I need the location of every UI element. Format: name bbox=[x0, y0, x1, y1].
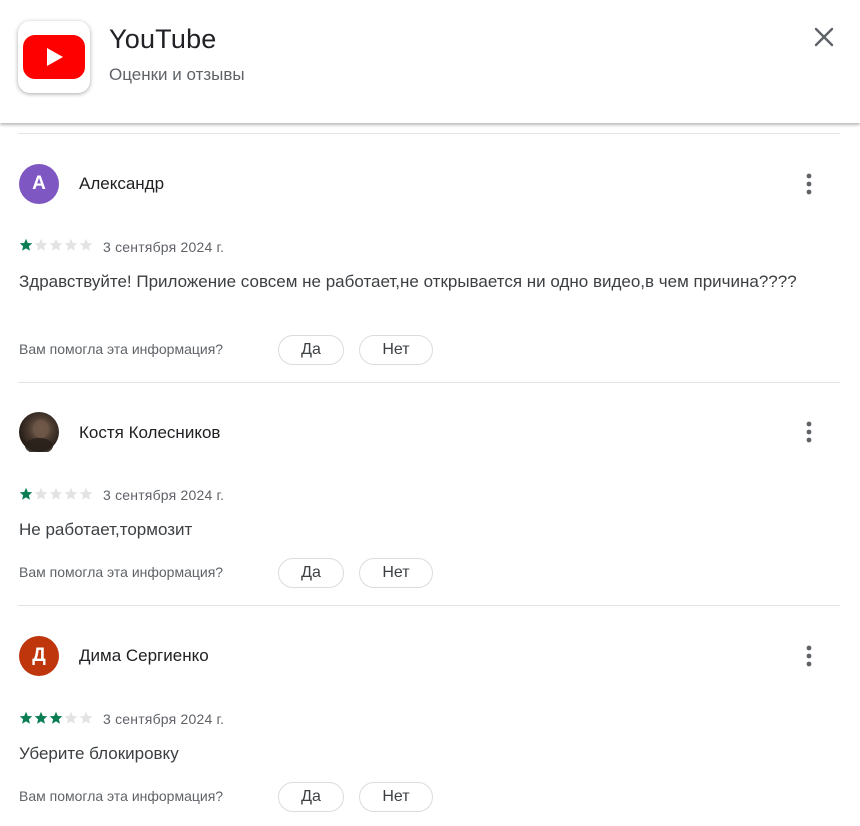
star-empty-icon bbox=[79, 487, 93, 500]
star-empty-icon bbox=[79, 238, 93, 251]
star-filled-icon bbox=[19, 487, 33, 500]
dialog-subtitle: Оценки и отзывы bbox=[109, 65, 245, 84]
avatar bbox=[19, 412, 59, 452]
avatar-letter: А bbox=[32, 173, 46, 194]
star-filled-icon bbox=[19, 711, 33, 724]
close-icon bbox=[814, 27, 834, 47]
review-date: 3 сентября 2024 г. bbox=[103, 711, 225, 727]
star-filled-icon bbox=[49, 711, 63, 724]
avatar: А bbox=[19, 164, 59, 204]
more-options-button[interactable] bbox=[793, 416, 825, 448]
star-empty-icon bbox=[49, 238, 63, 251]
avatar-photo-icon bbox=[25, 420, 53, 452]
review-divider bbox=[18, 605, 840, 606]
star-rating bbox=[19, 711, 93, 725]
helpful-yes-button[interactable]: Да bbox=[278, 335, 344, 365]
helpful-question: Вам помогла эта информация? bbox=[19, 564, 224, 580]
star-rating bbox=[19, 238, 93, 252]
star-empty-icon bbox=[64, 487, 78, 500]
helpful-question: Вам помогла эта информация? bbox=[19, 788, 224, 804]
helpful-question: Вам помогла эта информация? bbox=[19, 341, 224, 357]
header-divider bbox=[18, 133, 840, 134]
star-filled-icon bbox=[19, 238, 33, 251]
star-rating bbox=[19, 487, 93, 501]
star-empty-icon bbox=[34, 487, 48, 500]
star-empty-icon bbox=[64, 238, 78, 251]
app-title: YouTube bbox=[109, 24, 217, 54]
review-text: Не работает,тормозит bbox=[19, 520, 193, 539]
dialog-header: YouTube Оценки и отзывы bbox=[0, 0, 860, 123]
avatar-letter: Д bbox=[32, 645, 46, 666]
review-author: Дима Сергиенко bbox=[79, 646, 209, 665]
star-empty-icon bbox=[49, 487, 63, 500]
star-filled-icon bbox=[34, 711, 48, 724]
helpful-no-button[interactable]: Нет bbox=[359, 782, 433, 812]
review-author: Костя Колесников bbox=[79, 423, 221, 442]
star-empty-icon bbox=[64, 711, 78, 724]
helpful-yes-button[interactable]: Да bbox=[278, 558, 344, 588]
more-vert-icon bbox=[806, 645, 812, 667]
review-text: Уберите блокировку bbox=[19, 744, 179, 763]
star-empty-icon bbox=[79, 711, 93, 724]
helpful-no-button[interactable]: Нет bbox=[359, 335, 433, 365]
more-vert-icon bbox=[806, 421, 812, 443]
more-vert-icon bbox=[806, 173, 812, 195]
avatar: Д bbox=[19, 636, 59, 676]
youtube-play-badge bbox=[23, 35, 85, 79]
close-button[interactable] bbox=[808, 21, 840, 53]
helpful-yes-button[interactable]: Да bbox=[278, 782, 344, 812]
youtube-logo-icon bbox=[18, 21, 90, 93]
review-divider bbox=[18, 382, 840, 383]
review-date: 3 сентября 2024 г. bbox=[103, 239, 225, 255]
review-text: Здравствуйте! Приложение совсем не работ… bbox=[19, 272, 797, 291]
review-author: Александр bbox=[79, 174, 165, 193]
star-empty-icon bbox=[34, 238, 48, 251]
play-icon bbox=[47, 48, 63, 66]
more-options-button[interactable] bbox=[793, 168, 825, 200]
more-options-button[interactable] bbox=[793, 640, 825, 672]
helpful-no-button[interactable]: Нет bbox=[359, 558, 433, 588]
review-date: 3 сентября 2024 г. bbox=[103, 487, 225, 503]
